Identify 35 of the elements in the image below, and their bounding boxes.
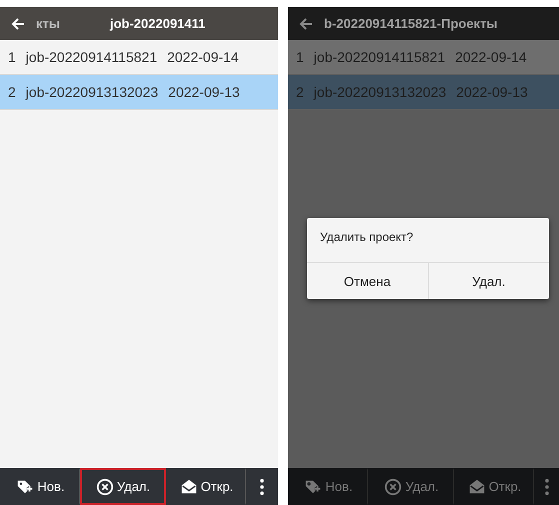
project-name: job-20220914115821 [26,49,158,65]
row-number: 1 [296,49,304,65]
toolbar-button[interactable]: Откр. [166,468,246,505]
row-number: 2 [296,84,304,100]
project-date: 2022-09-13 [456,84,528,100]
header-title: job-2022091411 [110,14,206,32]
close-circle-icon [384,478,402,496]
dialog-message: Удалить проект? [319,229,414,246]
row-number: 2 [8,84,16,100]
project-name: job-20220913132023 [26,84,158,100]
back-arrow-icon[interactable] [10,16,26,32]
project-name: job-20220913132023 [314,84,446,100]
project-row[interactable]: 2 job-20220913132023 2022-09-13 [0,75,278,110]
row-number: 1 [8,49,16,65]
more-vertical-icon [544,478,550,496]
tag-plus-icon [16,478,34,496]
back-arrow-icon[interactable] [298,16,314,32]
open-envelope-icon [180,478,198,496]
toolbar-button[interactable]: Нов. [0,468,80,505]
project-date: 2022-09-13 [168,84,240,100]
project-name: job-20220914115821 [314,49,446,65]
toolbar-button[interactable]: Нов. [288,468,368,505]
toolbar-button[interactable]: Удал. [368,468,454,505]
dialog-button[interactable]: Удал. [428,263,549,299]
toolbar-button[interactable]: Откр. [454,468,534,505]
dialog-button[interactable]: Отмена [307,263,428,299]
open-envelope-icon [468,478,486,496]
project-date: 2022-09-14 [455,49,527,65]
header-title: b-20220914115821-Проекты [324,14,499,32]
header-title: кты [36,14,61,32]
toolbar-button[interactable]: Удал. [80,468,166,505]
project-date: 2022-09-14 [167,49,239,65]
close-circle-icon [96,478,114,496]
tag-plus-icon [304,478,322,496]
more-vertical-icon [259,478,265,496]
